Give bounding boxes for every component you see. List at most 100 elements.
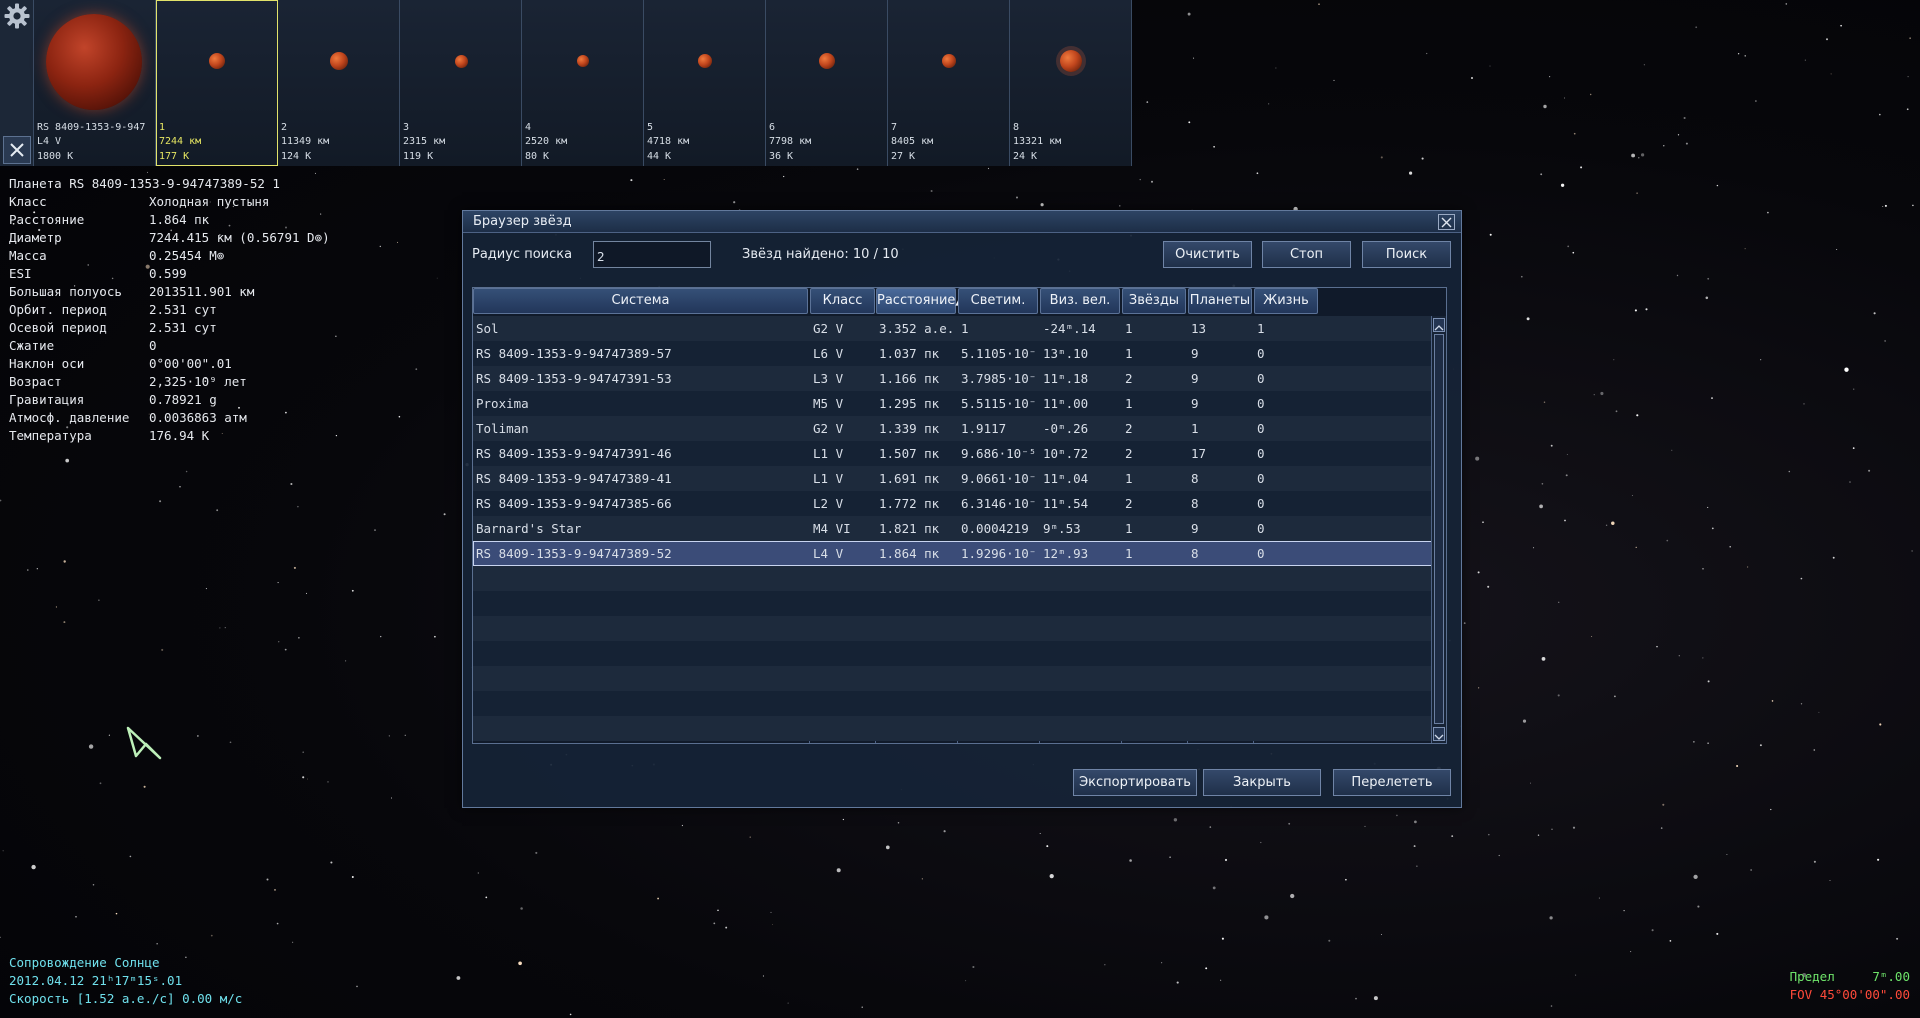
table-cell: RS 8409-1353-9-94747391-46 — [476, 446, 672, 461]
column-header[interactable]: Расстояние▲ — [876, 288, 965, 314]
star-dot — [306, 592, 307, 594]
thumbnail-line2: 13321 км — [1013, 136, 1062, 147]
clear-button[interactable]: Очистить — [1163, 241, 1252, 268]
star-dot — [297, 505, 299, 508]
star-dot — [1567, 245, 1570, 248]
star-dot — [115, 912, 118, 915]
table-cell: 1 — [1125, 521, 1133, 536]
star-dot — [1631, 153, 1636, 158]
table-cell: 9 — [1191, 396, 1199, 411]
table-cell: 1.772 пк — [879, 496, 940, 511]
thumbnail-line1: 4 — [525, 121, 532, 133]
column-header[interactable]: Система — [473, 288, 808, 314]
planet-thumbnail[interactable]: 3 2315 км 119 K — [400, 0, 522, 166]
search-radius-input[interactable]: 2 — [593, 241, 711, 268]
column-header[interactable]: Планеты — [1188, 288, 1252, 314]
star-dot — [1907, 75, 1909, 78]
stop-button[interactable]: Стоп — [1262, 241, 1351, 268]
hud-limit-label: Предел — [1789, 969, 1835, 984]
thumbnail-line1: 7 — [891, 121, 898, 133]
star-dot — [88, 744, 94, 749]
empty-table-row — [473, 691, 1433, 716]
vertical-scrollbar[interactable] — [1431, 316, 1446, 743]
gear-icon[interactable] — [4, 3, 30, 29]
star-dot — [397, 241, 399, 243]
planet-thumbnail[interactable]: 1 7244 км 177 K — [156, 0, 278, 166]
star-dot — [1213, 145, 1215, 148]
table-row[interactable]: RS 8409-1353-9-94747389-57 L6 V 1.037 пк 5.… — [473, 341, 1433, 366]
column-header[interactable]: Звёзды — [1122, 288, 1186, 314]
export-button[interactable]: Экспортировать — [1073, 769, 1197, 796]
scroll-up-button[interactable] — [1433, 318, 1445, 332]
table-cell: 17 — [1191, 446, 1207, 461]
close-icon — [10, 143, 24, 157]
table-row[interactable]: RS 8409-1353-9-94747385-66 L2 V 1.772 пк 6.… — [473, 491, 1433, 516]
table-cell: 11ᵐ.18 — [1043, 371, 1089, 386]
planet-thumbnail[interactable]: RS 8409-1353-9-947 L4 V 1800 K — [34, 0, 156, 166]
column-header[interactable]: Светим. — [958, 288, 1038, 314]
star-dot — [1849, 481, 1851, 483]
table-row[interactable]: Toliman G2 V 1.339 пк 1.9117 -0ᵐ.26 2 1 0 — [473, 416, 1433, 441]
search-button[interactable]: Поиск — [1362, 241, 1451, 268]
star-dot — [274, 889, 276, 891]
star-dot — [1470, 76, 1474, 80]
empty-table-row — [473, 666, 1433, 691]
column-header[interactable]: Виз. вел. — [1040, 288, 1120, 314]
star-dot — [129, 855, 132, 858]
star-dot — [1767, 211, 1769, 214]
star-dot — [1475, 456, 1480, 461]
star-dot — [229, 741, 232, 744]
planet-thumbnail[interactable]: 6 7798 км 36 K — [766, 0, 888, 166]
star-dot — [1879, 723, 1882, 726]
star-dot — [1813, 860, 1816, 863]
info-row: Орбит. период 2.531 сут — [9, 302, 330, 320]
star-dot — [1039, 832, 1041, 835]
planet-thumbnail[interactable]: 4 2520 км 80 K — [522, 0, 644, 166]
planet-thumbnail[interactable]: 7 8405 км 27 K — [888, 0, 1010, 166]
star-dot — [1188, 121, 1191, 124]
table-row[interactable]: RS 8409-1353-9-94747391-53 L3 V 1.166 пк 3.… — [473, 366, 1433, 391]
planet-thumbnail[interactable]: 8 13321 км 24 K — [1010, 0, 1132, 166]
table-row[interactable]: Sol G2 V 3.352 а.е. 1 -24ᵐ.14 1 13 1 — [473, 316, 1433, 341]
column-header[interactable]: Жизнь — [1254, 288, 1318, 314]
window-close-button[interactable] — [1438, 214, 1455, 230]
star-dot — [1541, 482, 1544, 485]
close-strip-button[interactable] — [3, 136, 31, 164]
star-dot — [1707, 506, 1709, 508]
star-dot — [351, 876, 354, 878]
table-row[interactable]: Proxima M5 V 1.295 пк 5.5115·10⁻⁵ 11ᵐ.00 1 9 0 — [473, 391, 1433, 416]
table-row[interactable]: Barnard's Star M4 VI 1.821 пк 0.0004219 9ᵐ.5… — [473, 516, 1433, 541]
star-dot — [1829, 879, 1831, 882]
planet-thumbnail[interactable]: 2 11349 км 124 K — [278, 0, 400, 166]
close-button[interactable]: Закрыть — [1203, 769, 1321, 796]
table-row[interactable]: RS 8409-1353-9-94747389-52 L4 V 1.864 пк 1.… — [473, 541, 1433, 566]
star-dot — [1129, 859, 1132, 862]
scroll-down-button[interactable] — [1433, 727, 1445, 741]
star-dot — [1800, 577, 1803, 580]
table-cell: M5 V — [813, 396, 844, 411]
table-row[interactable]: RS 8409-1353-9-94747391-46 L1 V 1.507 пк 9.… — [473, 441, 1433, 466]
table-cell: 1.507 пк — [879, 446, 940, 461]
table-cell: 0 — [1257, 471, 1265, 486]
info-key: Расстояние — [9, 212, 85, 227]
fly-to-button[interactable]: Перелететь — [1333, 769, 1451, 796]
star-dot — [1656, 645, 1658, 648]
table-cell: 6.3146·10⁻⁵ — [961, 496, 1038, 511]
table-cell: 1 — [1125, 321, 1133, 336]
column-header[interactable]: Класс — [810, 288, 875, 314]
star-dot — [434, 635, 436, 638]
table-header: Система Класс Расстояние▲ Светим. Виз. вел. З… — [473, 288, 1433, 314]
strip-controls — [0, 0, 34, 166]
table-row[interactable]: RS 8409-1353-9-94747389-41 L1 V 1.691 пк 9.… — [473, 466, 1433, 491]
planet-image — [942, 54, 956, 68]
star-dot — [1770, 808, 1772, 811]
table-cell: -0ᵐ.26 — [1043, 421, 1089, 436]
thumbnail-list: RS 8409-1353-9-947 L4 V 1800 K 1 7244 км 177 … — [34, 0, 1132, 166]
star-dot — [1328, 939, 1331, 942]
scrollbar-thumb[interactable] — [1434, 334, 1444, 724]
star-dot — [1685, 142, 1688, 145]
planet-thumbnail[interactable]: 5 4718 км 44 K — [644, 0, 766, 166]
info-value: 1.864 пк — [149, 212, 210, 227]
star-dot — [1707, 742, 1709, 744]
table-cell: 13ᵐ.10 — [1043, 346, 1089, 361]
